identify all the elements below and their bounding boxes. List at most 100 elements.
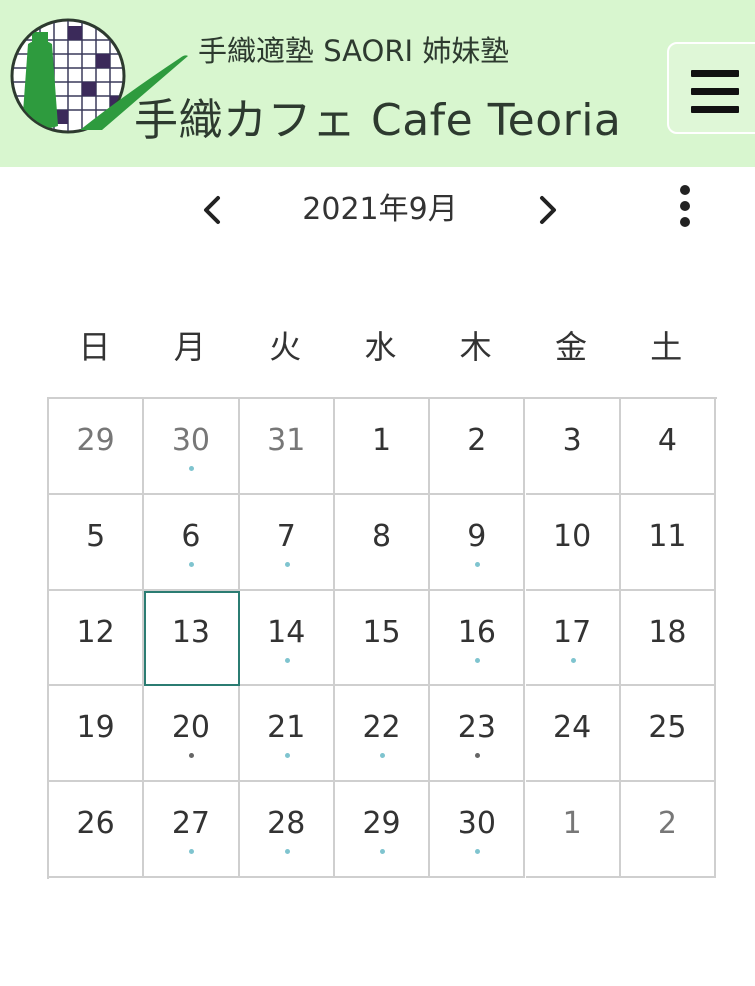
- calendar-day[interactable]: 29: [49, 399, 145, 495]
- site-subtitle: 手織適塾 SAORI 姉妹塾: [198, 34, 510, 68]
- day-number: 16: [457, 614, 496, 650]
- calendar-day[interactable]: 10: [525, 494, 621, 591]
- day-number: 21: [267, 710, 306, 746]
- event-dot: [189, 753, 195, 759]
- weekday-label: 土: [650, 328, 683, 366]
- calendar-day[interactable]: 29: [334, 782, 431, 878]
- calendar-day[interactable]: 20: [144, 686, 240, 783]
- calendar-day[interactable]: 6: [144, 494, 240, 591]
- calendar-day[interactable]: 14: [239, 590, 335, 687]
- calendar-day[interactable]: 26: [49, 782, 145, 878]
- event-dot: [189, 561, 195, 567]
- event-dot: [284, 561, 290, 567]
- calendar-day[interactable]: 8: [334, 494, 431, 591]
- day-number: 30: [457, 806, 496, 842]
- chevron-right-icon[interactable]: [528, 190, 568, 230]
- day-number: 29: [362, 806, 401, 842]
- day-number: 31: [267, 423, 306, 458]
- more-vertical-icon[interactable]: [670, 183, 700, 229]
- day-number: 10: [553, 518, 592, 554]
- day-number: 27: [171, 806, 211, 842]
- calendar-day[interactable]: 5: [49, 494, 145, 591]
- more-dot: [680, 217, 690, 227]
- calendar-day[interactable]: 19: [49, 686, 145, 783]
- calendar-day[interactable]: 7: [239, 494, 335, 591]
- calendar-day[interactable]: 1: [334, 399, 431, 495]
- weekday-label: 月: [173, 328, 206, 366]
- calendar-day[interactable]: 21: [239, 686, 335, 783]
- day-number: 26: [76, 806, 115, 842]
- event-dot: [570, 657, 576, 663]
- chevron-left-icon[interactable]: [192, 190, 232, 230]
- event-dot: [189, 466, 195, 471]
- calendar-day[interactable]: 27: [144, 782, 240, 878]
- calendar-day[interactable]: 30: [430, 782, 526, 878]
- event-dot: [379, 849, 385, 855]
- day-number: 17: [553, 614, 592, 650]
- calendar-day[interactable]: 2: [620, 782, 717, 878]
- calendar-day[interactable]: 12: [49, 590, 145, 687]
- calendar-day[interactable]: 25: [620, 686, 717, 783]
- menu-bar: [691, 70, 739, 77]
- calendar-day[interactable]: 22: [334, 686, 431, 783]
- calendar-day[interactable]: 11: [620, 494, 717, 591]
- event-dot: [379, 753, 385, 759]
- menu-bar: [691, 106, 739, 113]
- day-number: 30: [171, 423, 211, 458]
- day-number: 4: [657, 423, 677, 458]
- event-dot: [284, 753, 290, 759]
- month-label: 2021年9月: [302, 192, 458, 227]
- weekday-label: 水: [364, 328, 397, 366]
- day-number: 20: [171, 710, 211, 746]
- day-number: 1: [371, 423, 392, 458]
- calendar-day[interactable]: 23: [430, 686, 526, 783]
- day-number: 23: [457, 710, 496, 746]
- calendar-day[interactable]: 1: [525, 782, 621, 878]
- calendar-day[interactable]: 3: [525, 399, 621, 495]
- site-title[interactable]: 手織カフェ Cafe Teoria: [134, 84, 654, 148]
- calendar-day[interactable]: 2: [430, 399, 526, 495]
- event-dot: [475, 753, 481, 759]
- day-number: 13: [171, 614, 211, 650]
- event-dot: [284, 849, 290, 855]
- event-dot: [475, 561, 481, 567]
- weekday-label: 火: [269, 328, 302, 366]
- day-number: 6: [181, 518, 201, 554]
- calendar-day[interactable]: 4: [620, 399, 717, 495]
- day-number: 14: [267, 614, 306, 650]
- calendar-day[interactable]: 9: [430, 494, 526, 591]
- calendar-day[interactable]: 28: [239, 782, 335, 878]
- calendar-grid: 29 30 31 1 2 3 4 5 6 7 8 9 10 11 12 13 14 15 16 17 18 19 20 21 2…: [47, 397, 717, 879]
- day-number: 18: [648, 614, 687, 650]
- calendar-day[interactable]: 17: [525, 590, 621, 687]
- day-number: 24: [553, 710, 592, 746]
- hamburger-menu-icon[interactable]: [667, 42, 755, 134]
- day-number: 2: [657, 806, 677, 842]
- calendar-day[interactable]: 15: [334, 590, 431, 687]
- day-number: 8: [371, 518, 392, 554]
- event-dot: [284, 657, 290, 663]
- weekday-label: 日: [78, 328, 111, 366]
- day-number: 25: [648, 710, 687, 746]
- calendar-day[interactable]: 18: [620, 590, 717, 687]
- day-number: 5: [86, 518, 106, 554]
- site-header: 手織適塾 SAORI 姉妹塾 手織カフェ Cafe Teoria: [0, 0, 755, 167]
- more-dot: [680, 185, 690, 195]
- day-number: 12: [76, 614, 115, 650]
- calendar-day[interactable]: 16: [430, 590, 526, 687]
- day-number: 2: [467, 423, 487, 458]
- day-number: 1: [562, 806, 582, 842]
- day-number: 29: [76, 423, 115, 458]
- more-dot: [680, 201, 690, 211]
- event-dot: [475, 849, 481, 855]
- calendar-day-today[interactable]: 13: [144, 590, 240, 687]
- day-number: 28: [267, 806, 306, 842]
- event-dot: [475, 657, 481, 663]
- day-number: 11: [648, 518, 687, 554]
- calendar-day[interactable]: 24: [525, 686, 621, 783]
- day-number: 19: [76, 710, 115, 746]
- menu-bar: [691, 88, 739, 95]
- calendar-day[interactable]: 31: [239, 399, 335, 495]
- calendar-day[interactable]: 30: [144, 399, 240, 495]
- day-number: 15: [362, 614, 401, 650]
